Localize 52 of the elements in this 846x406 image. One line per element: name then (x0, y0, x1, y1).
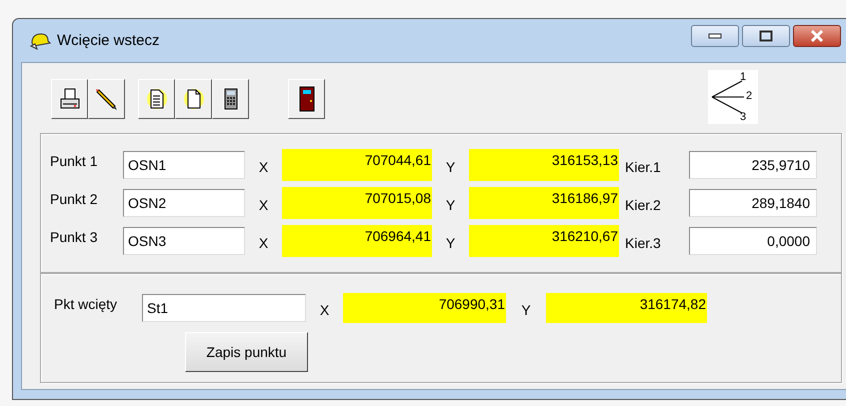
pencil-icon (94, 87, 118, 111)
axis-label: X (258, 197, 270, 213)
direction-label: Kier.1 (625, 159, 662, 175)
axis-label: Y (444, 159, 456, 175)
window-title: Wcięcie wstecz (57, 32, 160, 49)
x-coordinate: 706990,31 (343, 293, 506, 323)
axis-label: Y (444, 197, 456, 213)
point-label: Punkt 3 (50, 229, 98, 245)
x-coordinate: 707015,08 (282, 187, 432, 219)
direction-field[interactable]: 235,9710 (689, 151, 817, 179)
minimize-button[interactable] (691, 24, 739, 46)
page-button[interactable] (175, 79, 212, 119)
y-coordinate: 316186,97 (469, 187, 619, 219)
print-button[interactable] (51, 79, 88, 119)
close-icon (810, 30, 824, 42)
close-button[interactable] (793, 24, 841, 46)
maximize-button[interactable] (742, 24, 790, 46)
y-coordinate: 316153,13 (469, 149, 619, 181)
point-name-field[interactable]: OSN2 (123, 189, 245, 217)
exit-button[interactable] (288, 79, 325, 119)
save-point-button[interactable]: Zapis punktu (185, 332, 308, 372)
axis-label: Y (520, 302, 532, 318)
y-coordinate: 316210,67 (469, 225, 619, 257)
direction-label: 3 (740, 112, 746, 123)
page-icon (182, 87, 206, 111)
point-label: Punkt 2 (50, 191, 98, 207)
axis-label: Y (444, 235, 456, 251)
point-label: Pkt wcięty (54, 296, 118, 312)
printer-icon (58, 87, 82, 111)
document-button[interactable] (138, 79, 175, 119)
calculator-button[interactable] (212, 79, 249, 119)
document-icon (144, 87, 168, 111)
x-coordinate: 706964,41 (282, 225, 432, 257)
axis-label: X (318, 302, 330, 318)
pencil-button[interactable] (88, 79, 125, 119)
direction-label: Kier.3 (625, 235, 662, 251)
direction-label: 1 (740, 72, 746, 83)
direction-field[interactable]: 289,1840 (689, 189, 817, 217)
y-coordinate: 316174,82 (546, 293, 707, 323)
point-name-field[interactable]: OSN3 (123, 227, 245, 255)
axis-label: X (258, 235, 270, 251)
direction-field[interactable]: 0,0000 (689, 227, 817, 255)
direction-label: 2 (746, 91, 752, 102)
helmet-icon (29, 30, 51, 50)
point-name-field[interactable]: St1 (142, 294, 306, 322)
axis-label: X (258, 159, 270, 175)
minimize-icon (708, 32, 722, 38)
direction-label: Kier.2 (625, 197, 662, 213)
x-coordinate: 707044,61 (282, 149, 432, 181)
point-label: Punkt 1 (50, 153, 98, 169)
maximize-icon (759, 30, 773, 42)
point-name-field[interactable]: OSN1 (123, 151, 245, 179)
